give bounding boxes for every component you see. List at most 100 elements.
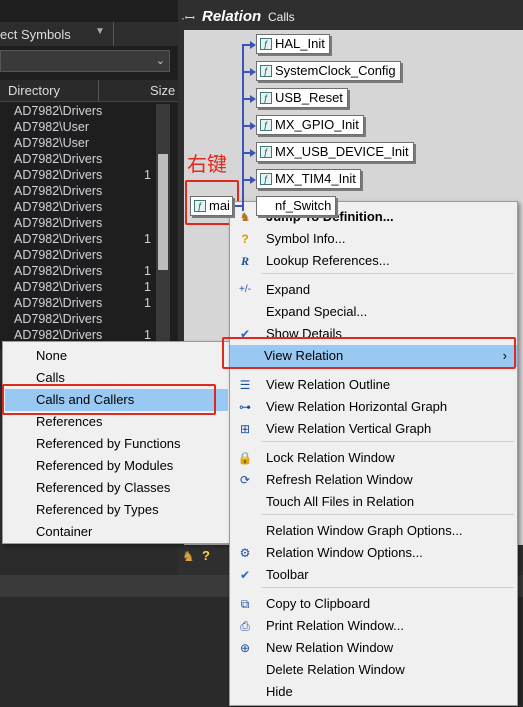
relation-link (242, 152, 250, 154)
view-relation-submenu: None Calls Calls and Callers References Refe… (2, 341, 231, 544)
menu-item[interactable]: 🔒 Lock Relation Window (232, 447, 515, 469)
menu-item-label: Lookup References... (266, 253, 390, 268)
refresh-icon: ⟳ (239, 473, 251, 487)
menu-item-label: Relation Window Options... (266, 545, 423, 560)
menu-item[interactable]: ? Symbol Info... (232, 228, 515, 250)
relation-node[interactable]: ƒ USB_Reset (256, 88, 348, 108)
menu-item[interactable]: ⊞ View Relation Vertical Graph (232, 418, 515, 440)
table-row[interactable]: AD7982\Drivers 1 (14, 232, 154, 248)
table-row[interactable]: AD7982\User (14, 120, 154, 136)
relation-link (242, 179, 250, 181)
jump-icon[interactable]: ♞ (182, 548, 195, 565)
menu-item[interactable]: ⚙ Relation Window Options... (232, 542, 515, 564)
relation-link (242, 125, 250, 127)
menu-item-label: New Relation Window (266, 640, 394, 655)
menu-item[interactable]: Expand Special... (232, 301, 515, 323)
menu-item-label: Hide (266, 684, 293, 699)
submenu-item[interactable]: Referenced by Modules (5, 455, 228, 477)
submenu-item-label: Container (36, 524, 93, 539)
function-icon: ƒ (260, 65, 272, 77)
lookup-r-icon: R (240, 254, 249, 268)
submenu-item-label: Referenced by Functions (36, 436, 181, 451)
relation-node[interactable]: nf_Switch (256, 196, 337, 216)
row-directory: AD7982\Drivers (14, 280, 103, 294)
function-icon: ƒ (194, 200, 206, 212)
function-icon: ƒ (260, 92, 272, 104)
relation-node[interactable]: ƒ SystemClock_Config (256, 61, 401, 81)
function-icon: ƒ (260, 119, 272, 131)
column-header-size[interactable]: Size (150, 83, 175, 98)
relation-main-node[interactable]: ƒ mai (190, 196, 233, 216)
submenu-item[interactable]: None (5, 345, 228, 367)
relation-node[interactable]: ƒ HAL_Init (256, 34, 330, 54)
chevron-down-icon[interactable]: ⌄ (156, 54, 165, 67)
submenu-item-label: None (36, 348, 68, 363)
menu-item[interactable]: ⟳ Refresh Relation Window (232, 469, 515, 491)
divider (113, 22, 114, 46)
menu-item-label: Refresh Relation Window (266, 472, 413, 487)
menu-item-label: Toolbar (266, 567, 309, 582)
table-row[interactable]: AD7982\Drivers (14, 200, 154, 216)
menu-item-label: Relation Window Graph Options... (266, 523, 463, 538)
menu-item[interactable]: ☰ View Relation Outline (232, 374, 515, 396)
relation-link (242, 98, 250, 100)
table-row[interactable]: AD7982\Drivers 1 (14, 168, 154, 184)
filter-combo[interactable]: ⌄ (0, 50, 170, 72)
row-directory: AD7982\Drivers (14, 328, 103, 342)
vertical-scrollbar[interactable] (156, 104, 170, 344)
relation-node[interactable]: ƒ MX_GPIO_Init (256, 115, 364, 135)
new-window-icon: ⊕ (239, 641, 251, 655)
relation-node[interactable]: ƒ MX_TIM4_Init (256, 169, 361, 189)
submenu-item[interactable]: Container (5, 521, 228, 543)
menu-item[interactable]: ✔ Toolbar (232, 564, 515, 586)
submenu-item[interactable]: Referenced by Types (5, 499, 228, 521)
row-size: 1 (144, 232, 151, 246)
menu-item[interactable]: ⧉ Copy to Clipboard (232, 593, 515, 615)
row-size: 1 (144, 328, 151, 342)
submenu-item[interactable]: Referenced by Classes (5, 477, 228, 499)
symbol-table-rows: AD7982\Drivers AD7982\User AD7982\User AD79… (0, 104, 156, 344)
submenu-item-label: Referenced by Classes (36, 480, 171, 495)
info-icon[interactable]: ? (202, 548, 210, 563)
horizontal-graph-icon: ⊶ (239, 400, 251, 414)
menu-item[interactable]: Hide (232, 681, 515, 703)
table-row[interactable]: AD7982\User (14, 136, 154, 152)
menu-item-label: View Relation Horizontal Graph (266, 399, 448, 414)
menu-item[interactable]: Touch All Files in Relation (232, 491, 515, 513)
submenu-item-label: Referenced by Types (36, 502, 159, 517)
menu-item[interactable]: R Lookup References... (232, 250, 515, 272)
menu-item[interactable]: ⊕ New Relation Window (232, 637, 515, 659)
scrollbar-thumb[interactable] (158, 154, 168, 270)
menu-item[interactable]: +/- Expand (232, 279, 515, 301)
row-directory: AD7982\Drivers (14, 264, 103, 278)
menu-item[interactable]: ⊶ View Relation Horizontal Graph (232, 396, 515, 418)
table-row[interactable]: AD7982\Drivers (14, 104, 154, 120)
column-header-directory[interactable]: Directory (8, 83, 60, 98)
menu-item-label: Symbol Info... (266, 231, 346, 246)
table-row[interactable]: AD7982\Drivers (14, 216, 154, 232)
symbol-panel-title: ect Symbols (0, 27, 71, 42)
row-directory: AD7982\Drivers (14, 312, 103, 326)
menu-item[interactable]: Relation Window Graph Options... (232, 520, 515, 542)
table-row[interactable]: AD7982\Drivers (14, 152, 154, 168)
row-size: 1 (144, 168, 151, 182)
menu-item-label: Expand (266, 282, 311, 297)
menu-item[interactable]: Delete Relation Window (232, 659, 515, 681)
highlight-box-calls-and-callers (2, 384, 216, 415)
table-row[interactable]: AD7982\Drivers 1 (14, 280, 154, 296)
table-row[interactable]: AD7982\Drivers (14, 312, 154, 328)
copy-icon: ⧉ (240, 597, 250, 611)
table-row[interactable]: AD7982\Drivers (14, 184, 154, 200)
check-icon: ✔ (239, 568, 251, 582)
relation-node[interactable]: ƒ MX_USB_DEVICE_Init (256, 142, 414, 162)
table-row[interactable]: AD7982\Drivers 1 (14, 264, 154, 280)
vertical-graph-icon: ⊞ (239, 422, 251, 436)
table-row[interactable]: AD7982\Drivers (14, 248, 154, 264)
submenu-item[interactable]: Referenced by Functions (5, 433, 228, 455)
menu-item[interactable]: ⎙ Print Relation Window... (232, 615, 515, 637)
column-divider[interactable] (98, 80, 99, 102)
chevron-down-icon[interactable]: ▼ (95, 26, 105, 37)
table-row[interactable]: AD7982\Drivers 1 (14, 296, 154, 312)
menu-separator (262, 587, 514, 588)
relation-link (242, 44, 244, 211)
